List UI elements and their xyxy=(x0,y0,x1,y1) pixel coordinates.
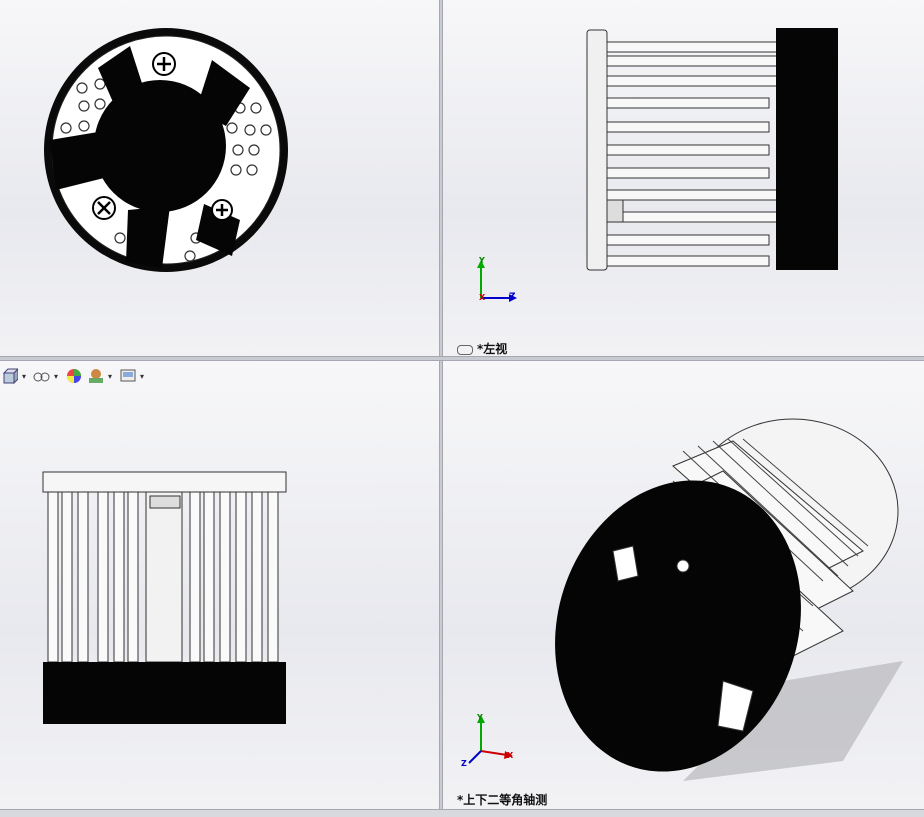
triad-x-label: X xyxy=(507,751,514,760)
screw-icon xyxy=(92,196,116,220)
part-front-view xyxy=(44,28,288,272)
view-name-label: *上下二等角轴测 xyxy=(457,793,548,807)
triad-z-label: Z xyxy=(461,759,467,768)
screw-icon xyxy=(152,52,176,76)
triad-y-label: Y xyxy=(479,256,485,265)
status-bar xyxy=(0,809,924,817)
viewport-top-left[interactable] xyxy=(0,0,439,356)
link-views-icon xyxy=(457,344,473,355)
screw-icon xyxy=(211,199,233,221)
triad-x-label: X xyxy=(479,293,486,302)
vertical-splitter[interactable] xyxy=(439,0,443,809)
triad-y-label: Y xyxy=(477,713,483,722)
horizontal-splitter[interactable] xyxy=(0,356,924,361)
view-name-label: *左视 xyxy=(457,340,507,356)
triad-z-label: Z xyxy=(509,292,516,302)
axis-triad xyxy=(477,260,517,302)
axis-triad xyxy=(468,715,513,764)
part-top-view xyxy=(42,471,287,724)
viewport-bottom-right[interactable]: Y X Z *上下二等角轴测 xyxy=(443,361,924,809)
viewport-top-right[interactable]: Y X Z *左视 xyxy=(443,0,924,356)
viewport-bottom-left[interactable]: ▾ ▾ ▾ ▾ xyxy=(0,361,439,809)
